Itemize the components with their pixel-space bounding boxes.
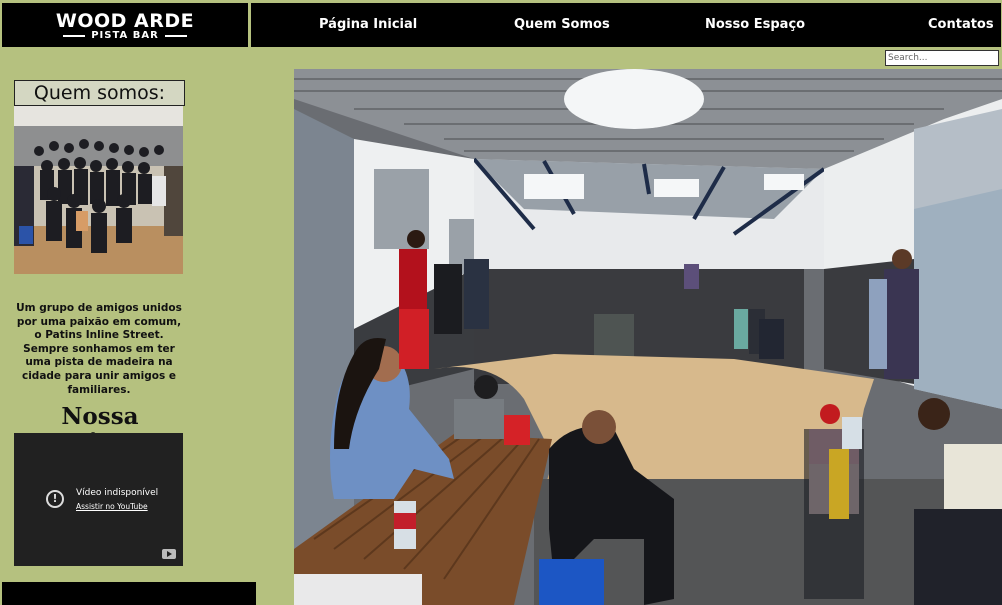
logo-line-left xyxy=(63,35,86,37)
logo-subtitle-text: PISTA BAR xyxy=(91,30,159,41)
watch-on-youtube-link[interactable]: Assistir no YouTube xyxy=(76,502,148,511)
logo-subtitle: PISTA BAR xyxy=(2,31,248,41)
warning-icon: ! xyxy=(46,490,64,508)
hero-photo-image xyxy=(294,69,1002,605)
site-logo[interactable]: WOOD ARDE PISTA BAR xyxy=(2,3,248,47)
footer-bar xyxy=(2,582,256,605)
nav-item-home[interactable]: Página Inicial xyxy=(319,17,417,32)
youtube-icon[interactable] xyxy=(162,549,176,559)
hero-photo xyxy=(294,69,1002,605)
crowd-photo xyxy=(14,106,183,274)
crowd-photo-image xyxy=(14,106,183,274)
logo-line-right xyxy=(164,35,187,37)
video-embed[interactable]: ! Vídeo indisponível Assistir no YouTube xyxy=(14,433,183,566)
video-status: Vídeo indisponível xyxy=(76,488,159,498)
nav-item-contacts[interactable]: Contatos xyxy=(928,17,994,32)
nav-item-about[interactable]: Quem Somos xyxy=(514,17,610,32)
about-heading: Quem somos: xyxy=(14,80,185,106)
logo-title: WOOD ARDE xyxy=(55,10,195,32)
nav-item-space[interactable]: Nosso Espaço xyxy=(705,17,805,32)
main-nav: Página Inicial Quem Somos Nosso Espaço C… xyxy=(251,3,1001,47)
about-description: Um grupo de amigos unidos por uma paixão… xyxy=(16,302,182,396)
search-input[interactable] xyxy=(885,50,999,66)
